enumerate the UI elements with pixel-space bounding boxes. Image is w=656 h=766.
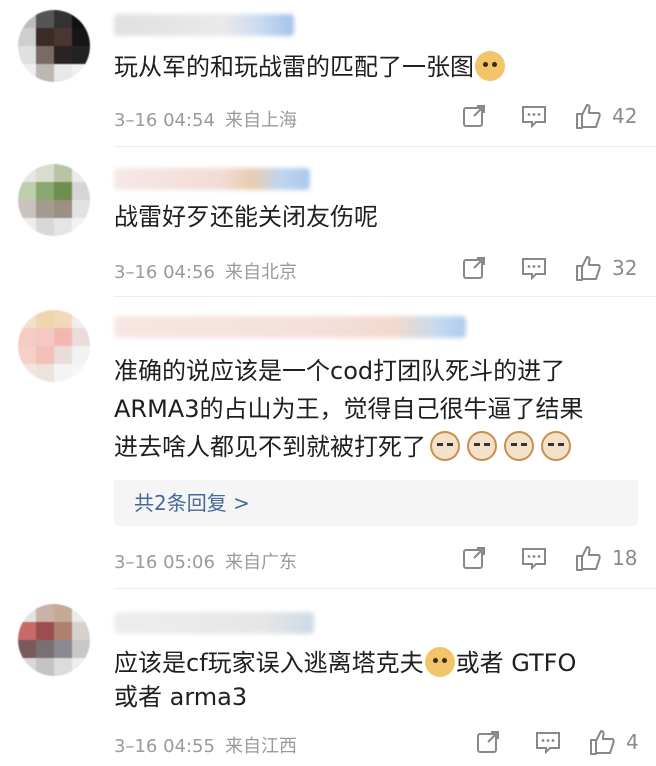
comment-text-body: 玩从军的和玩战雷的匹配了一张图 [114, 53, 474, 81]
cat-emoji-icon [467, 431, 497, 461]
comment-actions: 32 [460, 254, 644, 288]
avatar[interactable] [18, 604, 90, 676]
comment-time: 3–16 05:06 [114, 552, 215, 573]
comment-location: 来自北京 [224, 262, 297, 283]
comment-actions: 4 [474, 728, 644, 762]
comment-meta: 3–16 04:55 来自江西 [114, 732, 297, 758]
username[interactable] [114, 316, 466, 338]
comment-actions: 18 [460, 544, 644, 578]
share-icon[interactable] [460, 254, 488, 282]
username[interactable] [114, 612, 314, 634]
comment-location: 来自上海 [224, 110, 297, 131]
share-icon[interactable] [460, 102, 488, 130]
comment-text-line-1: 应该是cf玩家误入逃离塔克夫 或者 GTFO [114, 646, 628, 680]
comment-text-line-3: 进去啥人都见不到就被打死了 [114, 428, 628, 466]
comment-text-line: 或者 arma3 [114, 683, 248, 711]
comment-icon[interactable] [534, 728, 562, 756]
view-replies-button[interactable]: 共2条回复 > [114, 480, 638, 526]
comment-location: 来自广东 [224, 552, 297, 573]
like-count: 42 [612, 104, 638, 128]
comment-icon[interactable] [520, 544, 548, 572]
comment-text: 准确的说应该是一个cod打团队死斗的进了 ARMA3的占山为王，觉得自己很牛逼了… [114, 352, 628, 466]
comment-time: 3–16 04:56 [114, 262, 215, 283]
comment-meta: 3–16 04:56 来自北京 [114, 258, 297, 284]
comment-time: 3–16 04:55 [114, 736, 215, 757]
cat-emoji-icon [430, 431, 460, 461]
divider [114, 296, 656, 297]
avatar[interactable] [18, 10, 90, 82]
comment-location: 来自江西 [224, 736, 297, 757]
comment-text-body: 或者 GTFO [455, 649, 577, 677]
avatar[interactable] [18, 164, 90, 236]
thumbs-up-icon[interactable] [588, 728, 616, 756]
username[interactable] [114, 168, 310, 190]
comment-text: 玩从军的和玩战雷的匹配了一张图 [114, 50, 628, 84]
comment-text: 应该是cf玩家误入逃离塔克夫 或者 GTFO 或者 arma3 [114, 646, 628, 714]
divider [114, 146, 656, 147]
share-icon[interactable] [474, 728, 502, 756]
comment-text-line: ARMA3的占山为王，觉得自己很牛逼了结果 [114, 395, 584, 423]
replies-label: 共2条回复 > [134, 491, 250, 515]
comment-icon[interactable] [520, 102, 548, 130]
thumbs-up-icon[interactable] [574, 102, 602, 130]
comment-time: 3–16 04:54 [114, 110, 215, 131]
comment-text-body: 战雷好歹还能关闭友伤呢 [114, 203, 378, 231]
comment-icon[interactable] [520, 254, 548, 282]
comment-text-body: 应该是cf玩家误入逃离塔克夫 [114, 649, 424, 677]
doge-emoji-icon [424, 647, 455, 677]
share-icon[interactable] [460, 544, 488, 572]
like-count: 32 [612, 256, 638, 280]
doge-emoji-icon [475, 51, 505, 81]
comment-text: 战雷好歹还能关闭友伤呢 [114, 200, 628, 234]
comment-text-line: 进去啥人都见不到就被打死了 [114, 433, 426, 461]
comment-actions: 42 [460, 102, 644, 136]
username[interactable] [114, 14, 294, 36]
thumbs-up-icon[interactable] [574, 254, 602, 282]
comment-meta: 3–16 04:54 来自上海 [114, 106, 297, 132]
divider [114, 588, 656, 589]
like-count: 4 [626, 730, 639, 754]
like-count: 18 [612, 546, 638, 570]
avatar[interactable] [18, 310, 90, 382]
cat-emoji-icon [541, 431, 571, 461]
comment-text-line: 准确的说应该是一个cod打团队死斗的进了 [114, 357, 566, 385]
cat-emoji-icon [504, 431, 534, 461]
thumbs-up-icon[interactable] [574, 544, 602, 572]
comment-meta: 3–16 05:06 来自广东 [114, 548, 297, 574]
